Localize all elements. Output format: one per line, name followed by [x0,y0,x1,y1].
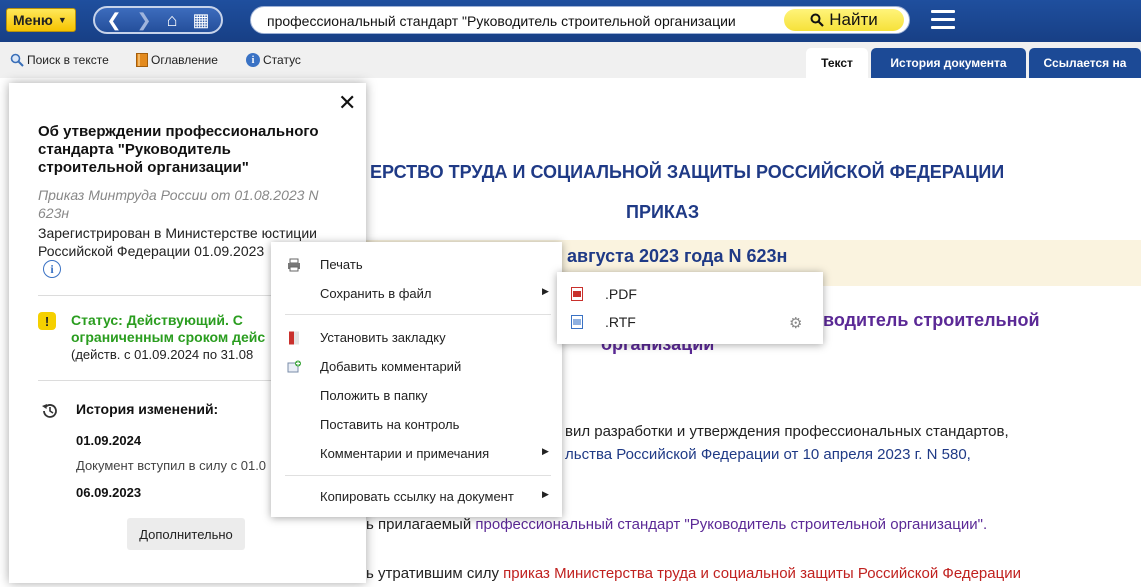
menu-item-label: Печать [320,257,363,272]
bookmark-icon [289,331,299,345]
printer-icon [288,258,300,272]
menu-item-to-control[interactable]: Поставить на контроль [271,413,562,437]
menu-divider [285,475,551,476]
document-title-line1[interactable]: водитель строительной [823,310,1040,331]
order-date: августа 2023 года N 623н [567,246,788,266]
context-menu: Печать Сохранить в файл ▶ Установить зак… [271,242,562,517]
contents-button[interactable]: Оглавление [136,53,218,67]
panel-document-meta: Приказ Минтруда России от 01.08.2023 N 6… [38,187,319,221]
hamburger-menu-icon[interactable] [931,10,955,30]
back-arrow-icon[interactable]: ❮ [106,11,121,29]
submenu-arrow-icon: ▶ [542,286,549,296]
menu-divider [285,314,551,315]
search-box: Найти [250,6,910,34]
order-link[interactable]: приказ Министерства труда и социальной з… [503,565,1021,582]
menu-item-label: Положить в папку [320,388,428,403]
submenu-arrow-icon: ▶ [542,446,549,456]
magnifier-icon [810,13,825,27]
save-pdf-label: .PDF [605,286,637,302]
save-rtf-label: .RTF [605,314,636,330]
status-label: Статус [263,53,301,67]
paragraph-4: ь утратившим силу приказ Министерства тр… [366,565,1021,582]
nav-group: ❮ ❯ ⌂ ▦ [93,6,223,34]
forward-arrow-icon[interactable]: ❯ [137,11,152,29]
tab-label: Текст [821,56,853,70]
standard-link[interactable]: профессиональный стандарт "Руководитель … [475,516,987,533]
menu-item-save-to-file[interactable]: Сохранить в файл ▶ [271,282,562,306]
app-window: Меню ▼ ❮ ❯ ⌂ ▦ Найти Поиск в тексте Огла… [0,0,1141,587]
find-label: Найти [829,10,878,29]
paragraph-1: вил разработки и утверждения профессиона… [565,423,1009,440]
menu-item-to-folder[interactable]: Положить в папку [271,384,562,408]
menu-item-add-comment[interactable]: Добавить комментарий [271,355,562,379]
menu-item-label: Установить закладку [320,330,446,345]
menu-item-label: Сохранить в файл [320,286,432,301]
grid-icon[interactable]: ▦ [192,11,209,29]
info-icon[interactable]: i [43,260,61,278]
tab-text[interactable]: Текст [806,48,868,78]
menu-item-label: Добавить комментарий [320,359,462,374]
paragraph-3: ь прилагаемый профессиональный стандарт … [366,516,987,533]
status-button[interactable]: i Статус [246,53,301,67]
tab-document-history[interactable]: История документа [871,48,1026,78]
save-submenu: .PDF .RTF ⚙ [557,272,823,344]
close-icon[interactable]: ✕ [338,90,356,116]
rtf-file-icon [571,315,583,329]
menu-item-copy-link[interactable]: Копировать ссылку на документ ▶ [271,485,562,509]
save-rtf-item[interactable]: .RTF [557,309,823,335]
order-heading: ПРИКАЗ [626,202,700,222]
warning-icon: ! [38,312,56,330]
top-bar: Меню ▼ ❮ ❯ ⌂ ▦ Найти [0,0,1141,42]
history-date: 06.09.2023 [76,485,142,500]
info-icon: i [246,53,260,67]
save-pdf-item[interactable]: .PDF [557,281,823,307]
paragraph-4-text: ь утратившим силу [366,565,504,582]
home-icon[interactable]: ⌂ [167,11,178,29]
add-comment-icon [287,360,301,373]
menu-item-label: Комментарии и примечания [320,446,490,461]
menu-label: Меню [13,12,53,28]
tab-references[interactable]: Ссылается на [1029,48,1141,78]
history-date: 01.09.2024 [76,433,142,448]
menu-item-comments-notes[interactable]: Комментарии и примечания ▶ [271,442,562,466]
pdf-file-icon [571,287,583,301]
gear-icon[interactable]: ⚙ [789,314,805,332]
submenu-arrow-icon: ▶ [542,489,549,499]
paragraph-3-text: ь прилагаемый [366,516,476,533]
find-button[interactable]: Найти [784,9,904,31]
menu-item-label: Поставить на контроль [320,417,460,432]
tab-label: История документа [890,56,1007,70]
search-icon [10,53,24,67]
panel-document-title: Об утверждении профессионального стандар… [38,123,319,176]
search-in-text-label: Поиск в тексте [27,53,109,67]
contents-label: Оглавление [151,53,218,67]
history-title: История изменений: [76,401,219,417]
menu-button[interactable]: Меню ▼ [6,8,76,32]
tab-label: Ссылается на [1043,56,1127,70]
history-icon [42,404,57,418]
ministry-heading: ЕРСТВО ТРУДА И СОЦИАЛЬНОЙ ЗАЩИТЫ РОССИЙС… [370,162,1005,182]
menu-item-label: Копировать ссылку на документ [320,489,514,504]
book-icon [136,53,148,67]
paragraph-2-link[interactable]: льства Российской Федерации от 10 апреля… [565,446,971,463]
menu-item-bookmark[interactable]: Установить закладку [271,326,562,350]
search-input[interactable] [267,11,747,31]
menu-item-print[interactable]: Печать [271,253,562,277]
more-button[interactable]: Дополнительно [127,518,245,550]
chevron-down-icon: ▼ [57,15,67,25]
search-in-text-button[interactable]: Поиск в тексте [10,53,109,67]
